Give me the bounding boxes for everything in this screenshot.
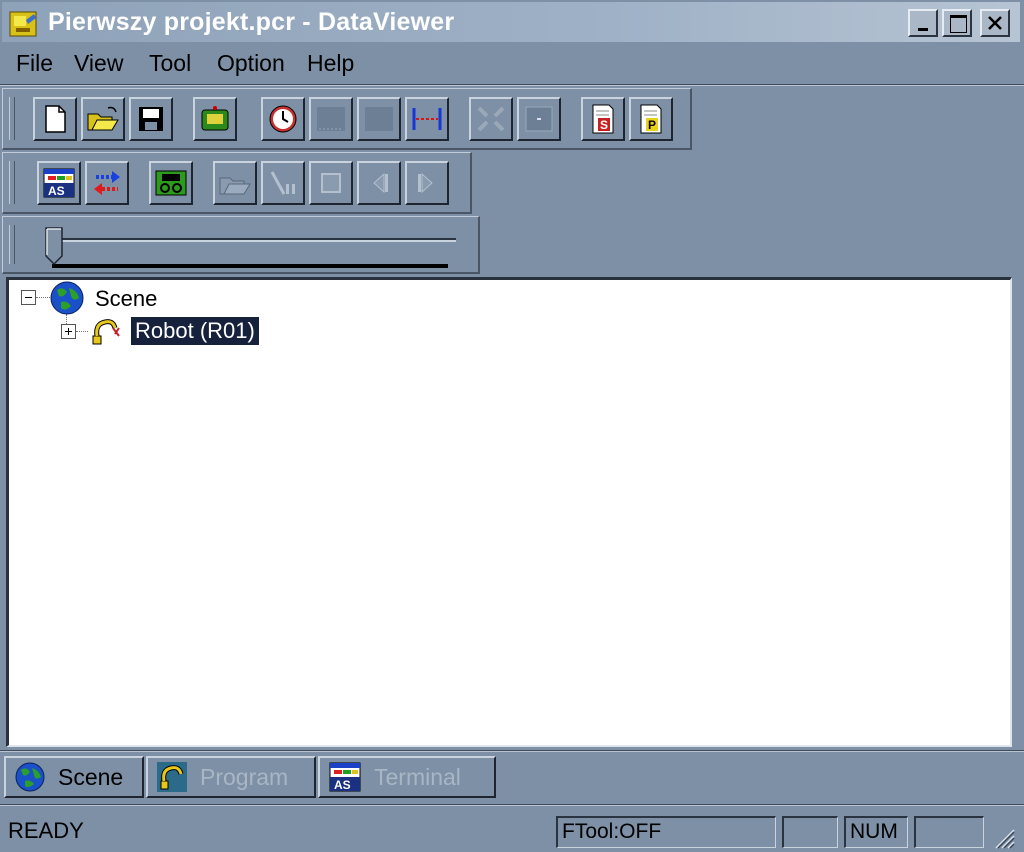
blank-button-1[interactable] xyxy=(309,97,353,141)
toolbar-grip[interactable] xyxy=(9,97,15,140)
tree-node-robot[interactable]: Robot (R01) xyxy=(130,316,260,346)
save-disk-icon xyxy=(139,107,163,131)
svg-text:P: P xyxy=(648,118,656,132)
open-file-button[interactable] xyxy=(81,97,125,141)
pendant-button[interactable] xyxy=(193,97,237,141)
step-forward-button[interactable] xyxy=(405,161,449,205)
step-back-button[interactable] xyxy=(357,161,401,205)
tab-terminal-label: Terminal xyxy=(374,763,461,790)
view-tabs: Scene Program AS Terminal xyxy=(0,752,1024,802)
pendant-icon xyxy=(201,106,229,131)
stop-icon xyxy=(321,173,341,193)
tab-program[interactable]: Program xyxy=(146,756,316,798)
as-terminal-icon: AS xyxy=(43,168,75,198)
as-terminal-button[interactable]: AS xyxy=(37,161,81,205)
scene-tree[interactable]: Scene Robot (R01) xyxy=(6,277,1012,747)
resize-grip-icon[interactable] xyxy=(990,824,1016,850)
slider-progress-line xyxy=(52,264,448,268)
blank-button-2[interactable] xyxy=(357,97,401,141)
toolbar-grip[interactable] xyxy=(9,225,15,264)
menu-file[interactable]: File xyxy=(16,50,53,77)
expand-robot-toggle[interactable] xyxy=(61,324,76,339)
play-pause-icon xyxy=(270,171,295,195)
menu-separator xyxy=(0,84,1024,86)
status-separator xyxy=(0,804,1024,806)
settings-button[interactable] xyxy=(469,97,513,141)
status-empty-panel xyxy=(782,816,838,848)
step-forward-icon xyxy=(418,172,433,194)
window-title: Pierwszy projekt.pcr - DataViewer xyxy=(48,8,455,36)
new-file-icon xyxy=(45,105,66,133)
toolbar-grip[interactable] xyxy=(9,161,15,204)
tree-node-scene[interactable]: Scene xyxy=(95,286,157,312)
tab-terminal[interactable]: AS Terminal xyxy=(318,756,496,798)
menu-help[interactable]: Help xyxy=(307,50,354,77)
collapse-scene-toggle[interactable] xyxy=(21,290,36,305)
minus-icon xyxy=(525,106,553,132)
tab-scene[interactable]: Scene xyxy=(4,756,144,798)
p-document-icon: P xyxy=(640,104,662,134)
globe-icon xyxy=(15,762,45,792)
robot-icon xyxy=(157,762,187,792)
minimize-icon xyxy=(918,28,928,31)
status-ftool-panel: FTool:OFF xyxy=(556,816,776,848)
open-folder-icon xyxy=(219,177,251,195)
open-program-button[interactable] xyxy=(213,161,257,205)
as-terminal-icon: AS xyxy=(329,762,361,792)
robot-icon xyxy=(92,319,120,345)
status-num-panel: NUM xyxy=(844,816,908,848)
menu-view[interactable]: View xyxy=(74,50,123,77)
close-icon xyxy=(988,16,1002,30)
slider-track xyxy=(46,238,456,242)
slider-thumb[interactable] xyxy=(44,226,66,266)
s-document-button[interactable]: S xyxy=(581,97,625,141)
transfer-arrows-icon xyxy=(94,171,120,195)
save-button[interactable] xyxy=(129,97,173,141)
transfer-button[interactable] xyxy=(85,161,129,205)
toolbar-playback: AS xyxy=(2,152,472,214)
clock-button[interactable] xyxy=(261,97,305,141)
toolbar-main: S P xyxy=(2,88,692,150)
tab-program-label: Program xyxy=(200,763,289,790)
tree-connector xyxy=(76,331,88,332)
step-back-icon xyxy=(373,172,388,194)
close-button[interactable] xyxy=(980,9,1010,37)
maximize-button[interactable] xyxy=(942,9,972,37)
settings-icon xyxy=(477,106,505,132)
svg-text:AS: AS xyxy=(48,184,65,198)
svg-text:AS: AS xyxy=(334,778,351,792)
menu-bar: File View Tool Option Help xyxy=(0,44,1024,84)
measure-button[interactable] xyxy=(405,97,449,141)
tab-scene-label: Scene xyxy=(58,763,124,790)
app-icon xyxy=(9,11,37,37)
maximize-icon xyxy=(950,15,967,33)
new-file-button[interactable] xyxy=(33,97,77,141)
menu-option[interactable]: Option xyxy=(217,50,285,77)
status-empty-panel-2 xyxy=(914,816,984,848)
s-document-icon: S xyxy=(592,104,614,134)
minimize-button[interactable] xyxy=(908,9,938,37)
open-folder-icon xyxy=(87,106,119,131)
blank-icon xyxy=(317,107,345,131)
play-pause-button[interactable] xyxy=(261,161,305,205)
menu-tool[interactable]: Tool xyxy=(149,50,191,77)
tape-record-button[interactable] xyxy=(149,161,193,205)
title-bar[interactable]: Pierwszy projekt.pcr - DataViewer xyxy=(2,2,1020,42)
p-document-button[interactable]: P xyxy=(629,97,673,141)
svg-text:S: S xyxy=(600,118,608,132)
clock-icon xyxy=(269,105,297,133)
minus-button[interactable] xyxy=(517,97,561,141)
tape-record-icon xyxy=(155,170,187,196)
status-text: READY xyxy=(8,818,84,843)
tree-connector xyxy=(36,297,50,298)
measure-icon xyxy=(412,108,442,130)
globe-icon xyxy=(50,281,84,315)
status-bar: READY FTool:OFF NUM xyxy=(0,808,1024,852)
application-window: Pierwszy projekt.pcr - DataViewer File V… xyxy=(0,0,1024,852)
blank-icon xyxy=(365,107,393,131)
stop-button[interactable] xyxy=(309,161,353,205)
